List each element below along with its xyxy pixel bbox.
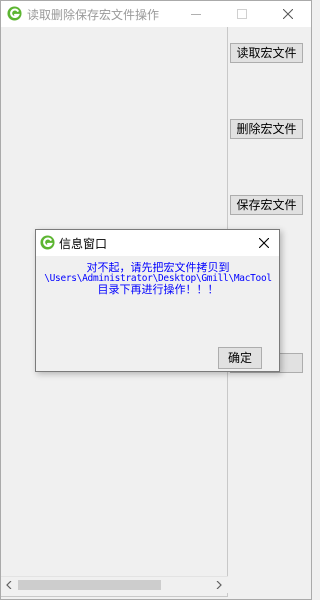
- maximize-button[interactable]: [219, 1, 265, 27]
- save-macro-button[interactable]: 保存宏文件: [230, 195, 303, 215]
- maximize-icon: [237, 9, 247, 19]
- horizontal-scrollbar[interactable]: [1, 576, 228, 593]
- close-icon: [283, 9, 293, 19]
- minimize-icon: [191, 14, 201, 15]
- minimize-button[interactable]: [173, 1, 219, 27]
- scroll-left-icon[interactable]: [4, 580, 14, 590]
- window-title: 读取删除保存宏文件操作: [27, 8, 160, 22]
- dialog-message: 对不起，请先把宏文件拷贝到 \Users\Administrator\Deskt…: [38, 262, 278, 295]
- dialog-title: 信息窗口: [59, 237, 108, 251]
- scrollbar-thumb[interactable]: [18, 580, 161, 590]
- app-logo-icon: [7, 6, 22, 21]
- message-line-1: 对不起，请先把宏文件拷贝到: [86, 262, 230, 274]
- read-macro-button[interactable]: 读取宏文件: [230, 43, 303, 63]
- app-logo-icon: [40, 235, 55, 250]
- title-bar[interactable]: 读取删除保存宏文件操作: [1, 1, 311, 27]
- scroll-right-icon[interactable]: [214, 580, 224, 590]
- ok-button[interactable]: 确定: [218, 347, 262, 369]
- dialog-close-button[interactable]: [255, 234, 273, 252]
- close-icon: [259, 238, 269, 248]
- dialog-title-bar[interactable]: 信息窗口: [36, 230, 279, 256]
- delete-macro-button[interactable]: 删除宏文件: [230, 119, 303, 139]
- info-dialog: 信息窗口 对不起，请先把宏文件拷贝到 \Users\Administrator\…: [35, 229, 280, 372]
- main-window: 读取删除保存宏文件操作 读取宏文件 删除宏文件 保存宏文件 信息窗口 对不起，请…: [0, 0, 312, 600]
- close-button[interactable]: [265, 1, 311, 27]
- message-line-3: 目录下再进行操作！！！: [97, 283, 219, 295]
